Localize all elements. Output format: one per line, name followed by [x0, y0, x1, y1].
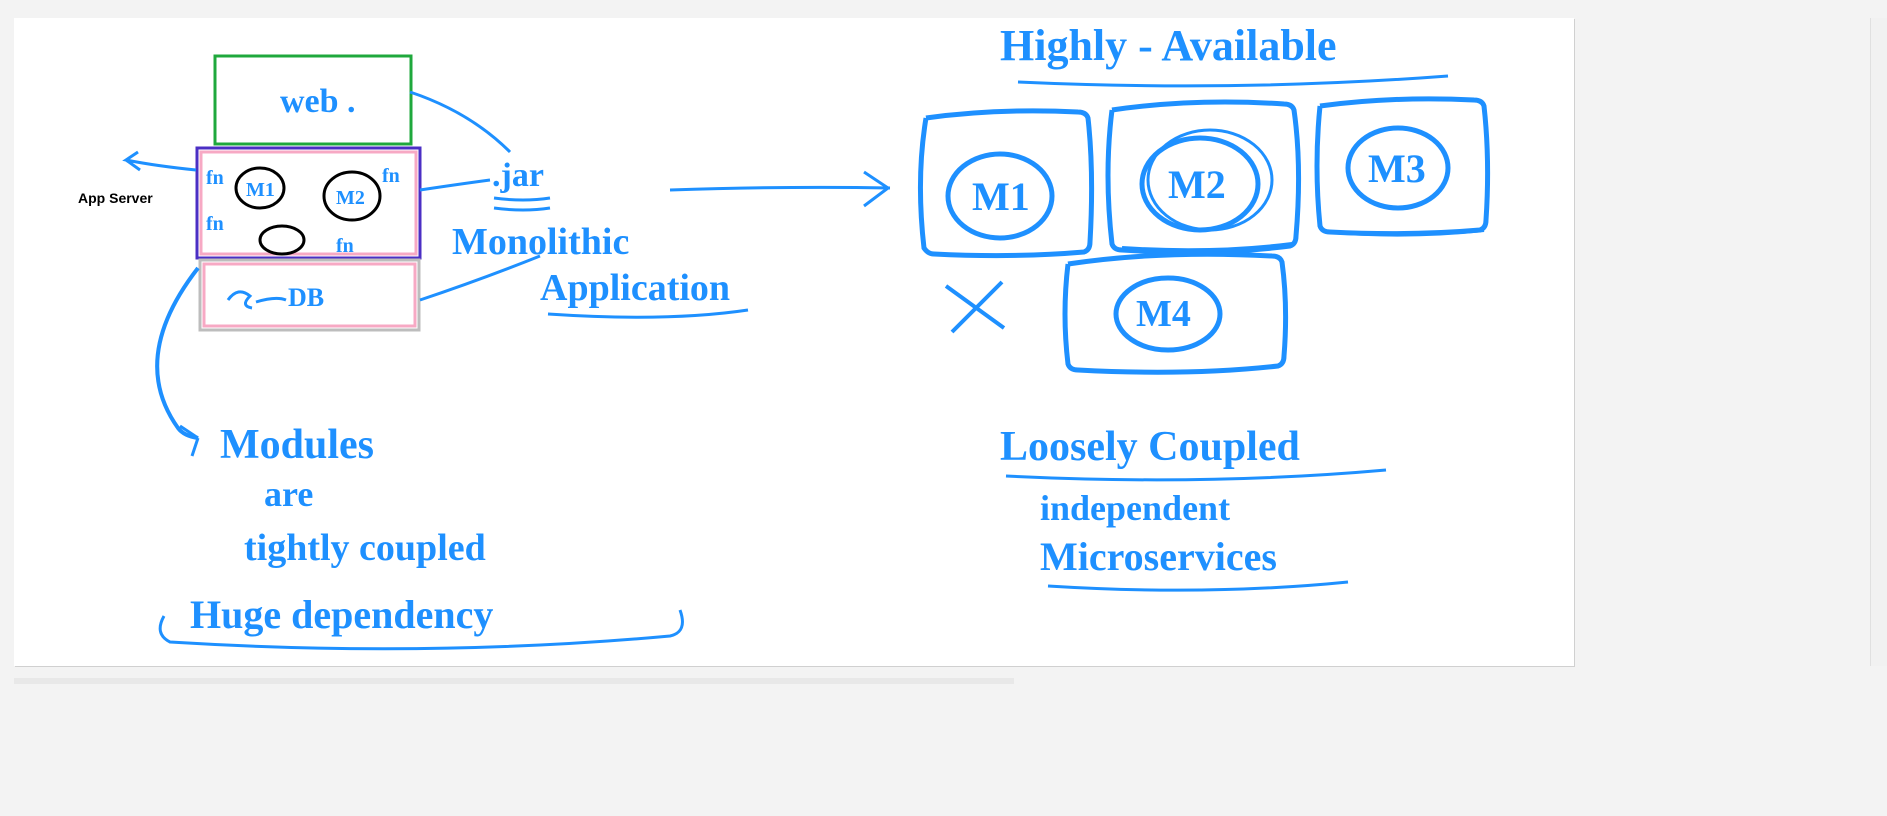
label-app-server: App Server [78, 190, 153, 206]
whiteboard-canvas[interactable] [14, 18, 1574, 666]
scrollbar-vertical[interactable] [1870, 18, 1887, 666]
page: App Server web . M1 M2 fn fn fn fn DB [0, 0, 1887, 816]
scrollbar-horizontal[interactable] [14, 678, 1014, 684]
